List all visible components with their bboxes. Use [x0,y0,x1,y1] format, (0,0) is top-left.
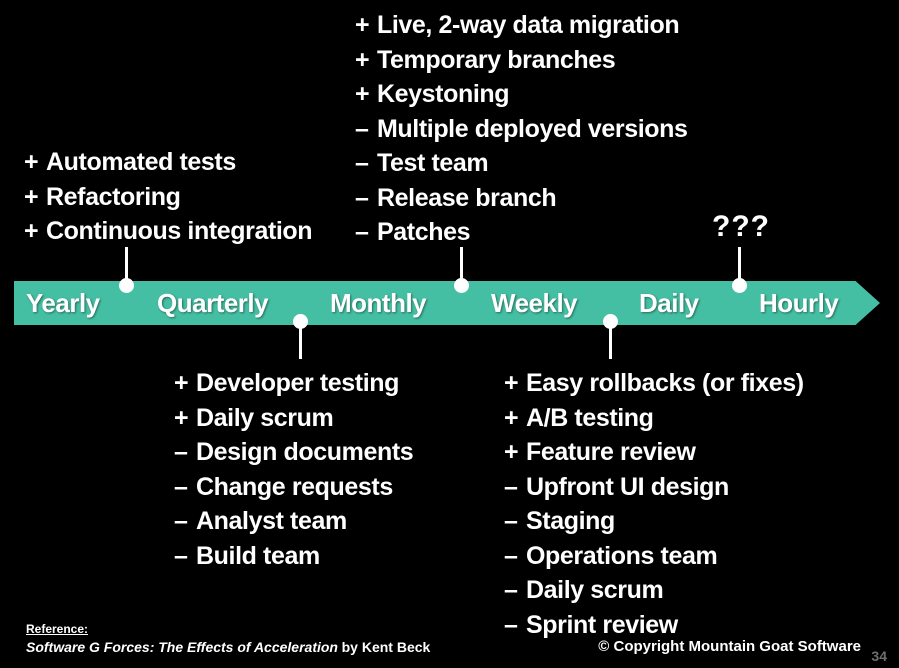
slide-canvas: + Automated tests + Refactoring + Continuous … [0,0,899,668]
bullet-item: + Live, 2-way data migration [355,8,688,43]
bullet-item: + Keystoning [355,77,688,112]
bullet-item-label: Operations team [526,541,718,570]
plus-icon: + [24,217,39,245]
bullet-item: + Developer testing [174,366,413,401]
bullet-item: + Refactoring [24,180,312,215]
bullet-item: – Test team [355,146,688,181]
bullet-item-label: Change requests [196,472,393,501]
connector-quarterly-monthly-dot[interactable] [293,314,308,329]
unknown-cadence-question-marks: ??? [712,210,770,243]
bullet-item-label: Continuous integration [46,217,313,245]
bullet-item: + A/B testing [504,401,804,436]
minus-icon: – [174,541,188,570]
bullet-item: + Feature review [504,435,804,470]
scale-label-weekly[interactable]: Weekly [491,283,578,323]
scale-label-daily[interactable]: Daily [639,283,699,323]
minus-icon: – [355,114,369,143]
connector-daily-hourly-dot[interactable] [732,278,747,293]
bullet-item: – Sprint review [504,608,804,643]
connector-weekly-daily-dot[interactable] [603,314,618,329]
plus-icon: + [504,403,519,432]
bullet-item-label: Automated tests [46,148,236,176]
bullet-item: – Patches [355,215,688,250]
plus-icon: + [174,403,189,432]
bullet-item: – Daily scrum [504,573,804,608]
scale-label-monthly[interactable]: Monthly [330,283,427,323]
minus-icon: – [355,218,369,246]
bullet-item: + Automated tests [24,145,312,180]
bullet-item-label: Patches [377,218,471,246]
bullet-item-label: Multiple deployed versions [377,114,688,143]
bullet-item-label: Design documents [196,438,414,466]
bullet-item-label: Release branch [377,183,557,212]
timeline-arrow [14,281,880,325]
bullet-item: – Release branch [355,181,688,216]
bullet-item: + Daily scrum [174,401,413,436]
bullet-item: – Operations team [504,539,804,574]
plus-icon: + [504,369,519,397]
bullet-item: + Easy rollbacks (or fixes) [504,366,804,401]
reference-title: Software G Forces: The Effects of Accele… [26,639,338,655]
plus-icon: + [355,11,370,39]
minus-icon: – [504,541,518,570]
bullet-item: + Temporary branches [355,43,688,78]
plus-icon: + [24,182,39,211]
bullet-item-label: Keystoning [377,80,510,108]
annotation-weekly-daily: + Easy rollbacks (or fixes) + A/B testing + F… [504,366,804,642]
minus-icon: – [174,438,188,466]
reference-author: by Kent Beck [341,639,431,655]
page-number: 34 [871,648,887,664]
minus-icon: – [355,183,369,212]
annotation-monthly-weekly: + Live, 2-way data migration + Temporary br… [355,8,688,250]
minus-icon: – [355,149,369,177]
bullet-item: – Staging [504,504,804,539]
bullet-item-label: Temporary branches [377,45,616,74]
bullet-item: – Design documents [174,435,414,470]
scale-label-hourly[interactable]: Hourly [759,283,839,323]
connector-monthly-weekly-dot[interactable] [454,278,469,293]
bullet-item-label: Build team [196,541,320,570]
bullet-item-label: Daily scrum [196,403,334,432]
bullet-item-label: Staging [526,507,615,535]
timeline-arrow-shape [14,281,880,325]
bullet-item-label: Developer testing [196,369,399,397]
annotation-yearly-quarterly: + Automated tests + Refactoring + Continuous … [24,145,313,249]
bullet-item-label: Easy rollbacks (or fixes) [526,369,804,397]
minus-icon: – [174,472,188,501]
minus-icon: – [504,472,518,501]
bullet-item-label: Feature review [526,438,696,466]
bullet-item-label: A/B testing [526,403,654,432]
bullet-item-label: Upfront UI design [526,472,729,501]
minus-icon: – [174,507,188,535]
bullet-item-label: Analyst team [196,507,347,535]
bullet-item-label: Sprint review [526,610,678,639]
reference-label: Reference: [26,622,89,636]
plus-icon: + [24,148,39,176]
scale-label-yearly[interactable]: Yearly [26,283,100,323]
bullet-item-label: Daily scrum [526,576,664,604]
bullet-item: + Continuous integration [24,214,313,249]
scale-label-quarterly[interactable]: Quarterly [157,283,269,323]
connector-yearly-quarterly-dot[interactable] [119,278,134,293]
annotation-quarterly-monthly: + Developer testing + Daily scrum – Design do… [174,366,414,574]
bullet-item-label: Live, 2-way data migration [377,11,680,39]
bullet-item: – Analyst team [174,504,413,539]
minus-icon: – [504,507,518,535]
plus-icon: + [174,369,189,397]
bullet-item: – Build team [174,539,413,574]
bullet-item-label: Refactoring [46,182,181,211]
minus-icon: – [504,610,518,639]
copyright-notice: © Copyright Mountain Goat Software [598,638,861,655]
minus-icon: – [504,576,518,604]
bullet-item-label: Test team [377,149,489,177]
plus-icon: + [355,80,370,108]
reference-citation: Reference: Software G Forces: The Effect… [26,620,430,657]
bullet-item: – Change requests [174,470,413,505]
bullet-item: – Multiple deployed versions [355,112,688,147]
plus-icon: + [355,45,370,74]
plus-icon: + [504,438,519,466]
bullet-item: – Upfront UI design [504,470,804,505]
